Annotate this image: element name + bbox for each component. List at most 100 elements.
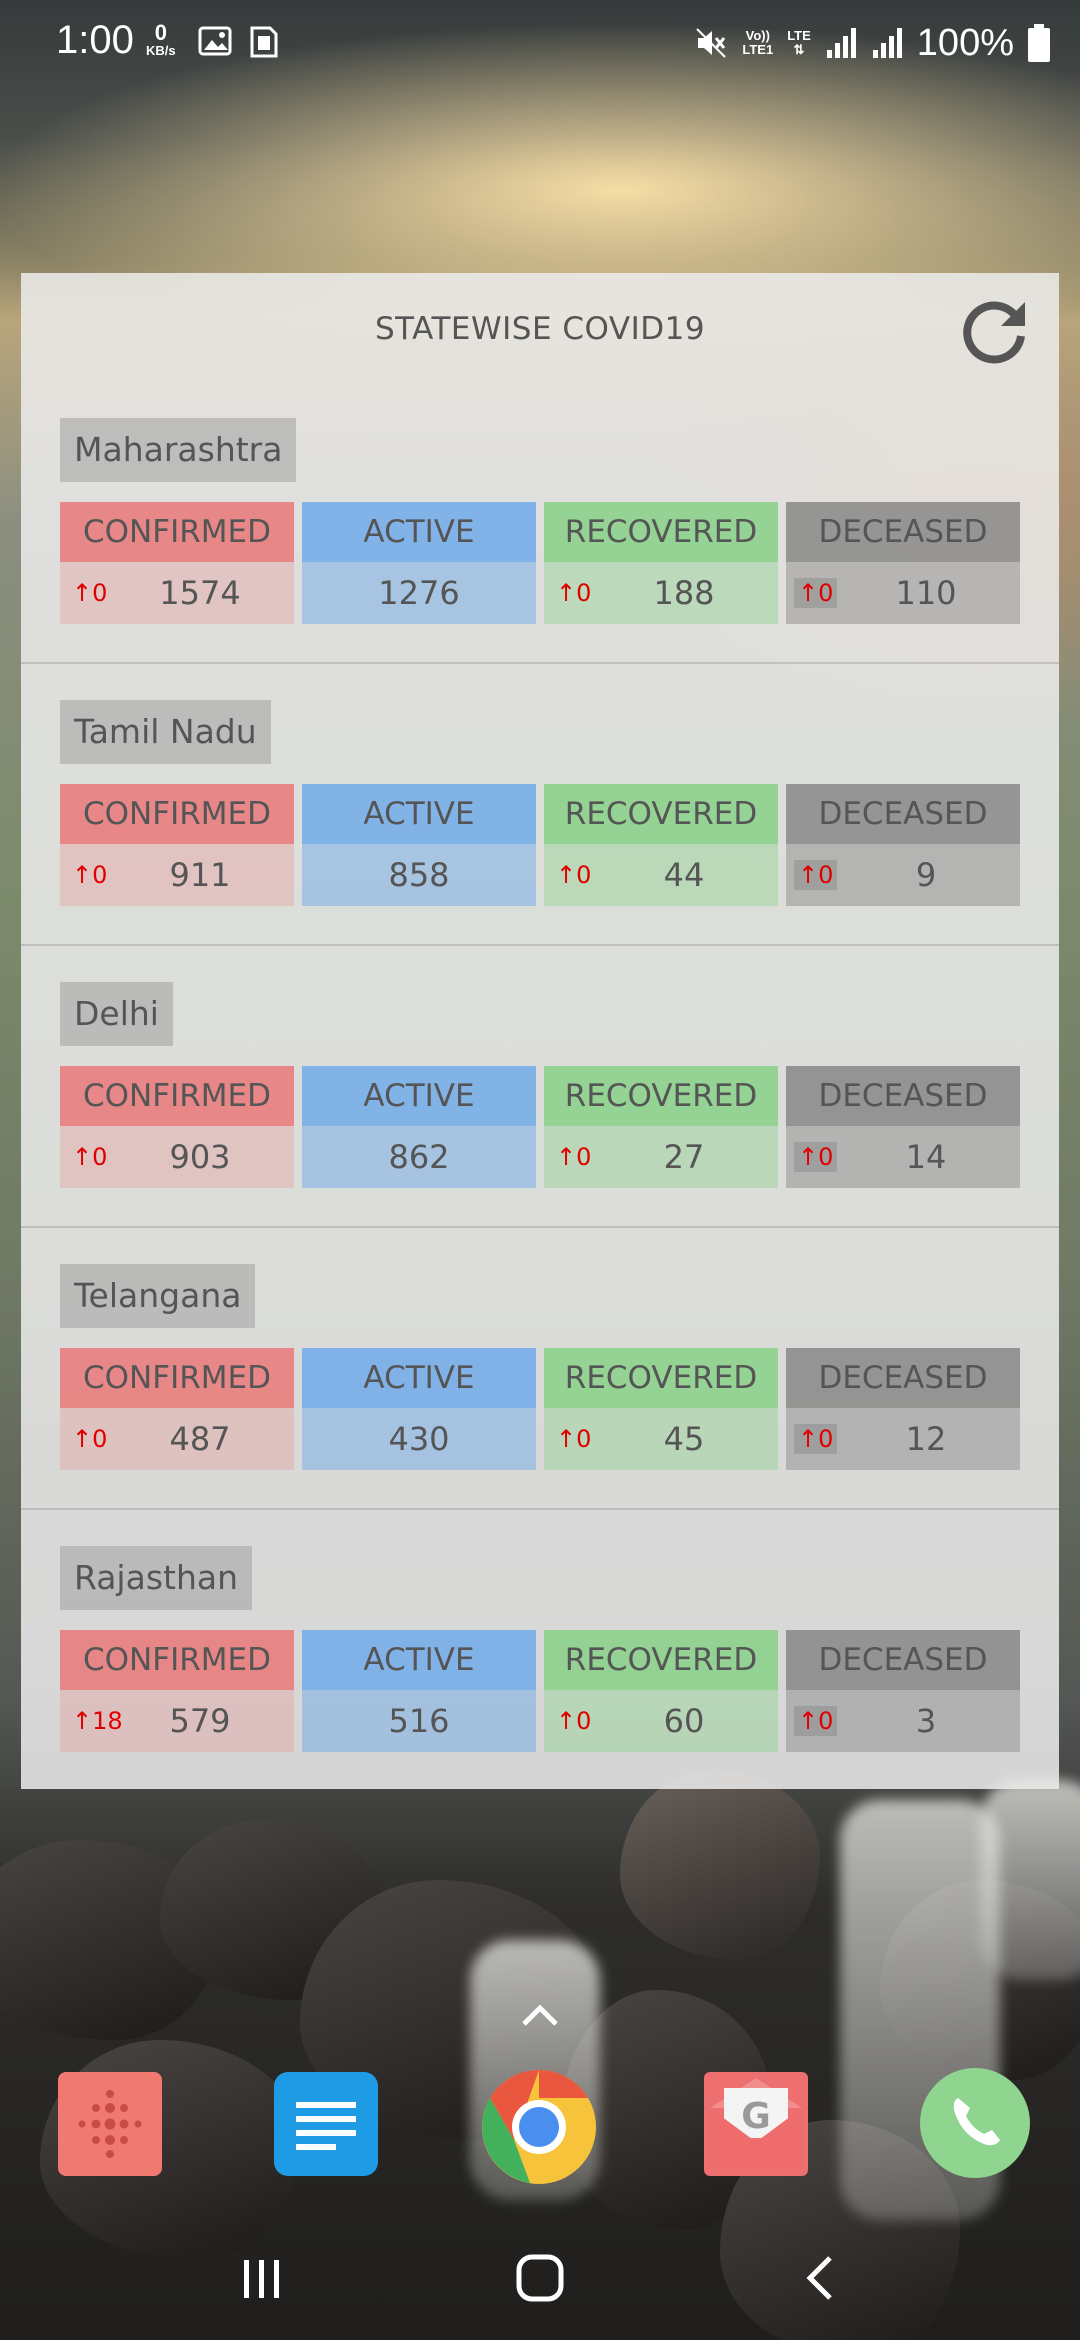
confirmed-body: ↑0 1574 bbox=[60, 562, 294, 624]
confirmed-label: CONFIRMED bbox=[60, 1630, 294, 1690]
state-name: Telangana bbox=[60, 1264, 256, 1328]
recovered-value: 188 bbox=[653, 574, 715, 612]
deceased-label: DECEASED bbox=[786, 784, 1020, 844]
network-speed-unit: KB/s bbox=[146, 43, 176, 58]
recovered-stat: RECOVERED ↑0 60 bbox=[544, 1630, 778, 1754]
recovered-delta: ↑0 bbox=[556, 579, 592, 607]
recovered-label: RECOVERED bbox=[544, 1348, 778, 1408]
confirmed-label: CONFIRMED bbox=[60, 1066, 294, 1126]
confirmed-stat: CONFIRMED ↑0 487 bbox=[60, 1348, 294, 1472]
active-body: 430 bbox=[302, 1408, 536, 1470]
confirmed-label: CONFIRMED bbox=[60, 1348, 294, 1408]
back-icon[interactable] bbox=[800, 2252, 840, 2304]
confirmed-stat: CONFIRMED ↑18 579 bbox=[60, 1630, 294, 1754]
recents-icon[interactable] bbox=[238, 2254, 286, 2302]
confirmed-body: ↑0 487 bbox=[60, 1408, 294, 1470]
confirmed-stat: CONFIRMED ↑0 903 bbox=[60, 1066, 294, 1190]
confirmed-body: ↑0 911 bbox=[60, 844, 294, 906]
active-label: ACTIVE bbox=[302, 1348, 536, 1408]
active-value: 1276 bbox=[378, 574, 460, 612]
gallery-icon bbox=[198, 26, 232, 56]
confirmed-body: ↑0 903 bbox=[60, 1126, 294, 1188]
deceased-label: DECEASED bbox=[786, 1066, 1020, 1126]
deceased-stat: DECEASED ↑0 3 bbox=[786, 1630, 1020, 1754]
recovered-value: 27 bbox=[663, 1138, 705, 1176]
network-speed: 0 KB/s bbox=[146, 22, 176, 58]
state-card: Tamil Nadu CONFIRMED ↑0 911 ACTIVE 858 RECOVER… bbox=[21, 664, 1059, 946]
confirmed-delta: ↑18 bbox=[72, 1707, 123, 1735]
lte-label: LTE bbox=[787, 28, 811, 43]
phone-app-icon[interactable] bbox=[920, 2068, 1030, 2178]
signal-icon-2 bbox=[872, 28, 902, 58]
confirmed-value: 579 bbox=[169, 1702, 231, 1740]
deceased-value: 12 bbox=[905, 1420, 947, 1458]
volte-bottom: LTE1 bbox=[742, 42, 774, 57]
recovered-delta: ↑0 bbox=[556, 1707, 592, 1735]
battery-icon bbox=[1028, 24, 1050, 62]
recovered-label: RECOVERED bbox=[544, 502, 778, 562]
data-arrows-icon: ⇅ bbox=[793, 42, 805, 57]
active-value: 516 bbox=[388, 1702, 450, 1740]
deceased-body: ↑0 3 bbox=[786, 1690, 1020, 1752]
recovered-delta: ↑0 bbox=[556, 1143, 592, 1171]
recovered-value: 44 bbox=[663, 856, 705, 894]
refresh-icon[interactable] bbox=[959, 296, 1031, 368]
active-value: 858 bbox=[388, 856, 450, 894]
recovered-label: RECOVERED bbox=[544, 784, 778, 844]
deceased-stat: DECEASED ↑0 9 bbox=[786, 784, 1020, 908]
deceased-value: 9 bbox=[915, 856, 937, 894]
state-card: Telangana CONFIRMED ↑0 487 ACTIVE 430 RECOVERE… bbox=[21, 1228, 1059, 1510]
recovered-body: ↑0 60 bbox=[544, 1690, 778, 1752]
confirmed-value: 903 bbox=[169, 1138, 231, 1176]
svg-text:G: G bbox=[741, 2096, 771, 2137]
recovered-label: RECOVERED bbox=[544, 1066, 778, 1126]
recovered-delta: ↑0 bbox=[556, 1425, 592, 1453]
state-name: Maharashtra bbox=[60, 418, 297, 482]
status-right: Vo)) LTE1 LTE ⇅ 100% bbox=[694, 18, 1050, 68]
recovered-stat: RECOVERED ↑0 188 bbox=[544, 502, 778, 626]
recovered-value: 60 bbox=[663, 1702, 705, 1740]
deceased-body: ↑0 14 bbox=[786, 1126, 1020, 1188]
active-body: 862 bbox=[302, 1126, 536, 1188]
deceased-stat: DECEASED ↑0 110 bbox=[786, 502, 1020, 626]
recovered-body: ↑0 27 bbox=[544, 1126, 778, 1188]
home-icon[interactable] bbox=[514, 2252, 566, 2304]
recovered-delta: ↑0 bbox=[556, 861, 592, 889]
active-label: ACTIVE bbox=[302, 1630, 536, 1690]
confirmed-body: ↑18 579 bbox=[60, 1690, 294, 1752]
chrome-app-icon[interactable] bbox=[480, 2068, 598, 2186]
app-drawer-caret-icon[interactable] bbox=[518, 2000, 562, 2030]
deceased-body: ↑0 110 bbox=[786, 562, 1020, 624]
confirmed-delta: ↑0 bbox=[72, 861, 108, 889]
confirmed-delta: ↑0 bbox=[72, 579, 108, 607]
state-name: Delhi bbox=[60, 982, 173, 1046]
gmail-app-icon[interactable]: G bbox=[704, 2072, 808, 2176]
active-label: ACTIVE bbox=[302, 1066, 536, 1126]
deceased-value: 110 bbox=[895, 574, 957, 612]
deceased-delta: ↑0 bbox=[794, 1424, 838, 1454]
fitbit-app-icon[interactable] bbox=[58, 2072, 162, 2176]
confirmed-delta: ↑0 bbox=[72, 1425, 108, 1453]
deceased-body: ↑0 9 bbox=[786, 844, 1020, 906]
confirmed-stat: CONFIRMED ↑0 1574 bbox=[60, 502, 294, 626]
active-stat: ACTIVE 858 bbox=[302, 784, 536, 908]
state-card: Delhi CONFIRMED ↑0 903 ACTIVE 862 RECOVERED ↑0 2… bbox=[21, 946, 1059, 1228]
recovered-stat: RECOVERED ↑0 45 bbox=[544, 1348, 778, 1472]
active-stat: ACTIVE 516 bbox=[302, 1630, 536, 1754]
recovered-stat: RECOVERED ↑0 44 bbox=[544, 784, 778, 908]
active-value: 430 bbox=[388, 1420, 450, 1458]
deceased-value: 3 bbox=[915, 1702, 937, 1740]
docs-app-icon[interactable] bbox=[274, 2072, 378, 2176]
confirmed-stat: CONFIRMED ↑0 911 bbox=[60, 784, 294, 908]
recovered-value: 45 bbox=[663, 1420, 705, 1458]
volte-indicator: Vo)) LTE1 bbox=[742, 29, 773, 57]
deceased-stat: DECEASED ↑0 14 bbox=[786, 1066, 1020, 1190]
status-time: 1:00 bbox=[56, 18, 134, 62]
active-body: 858 bbox=[302, 844, 536, 906]
covid-widget: STATEWISE COVID19 Maharashtra CONFIRMED ↑0… bbox=[21, 273, 1059, 1789]
state-card: Maharashtra CONFIRMED ↑0 1574 ACTIVE 1276 RECO… bbox=[21, 382, 1059, 664]
deceased-label: DECEASED bbox=[786, 502, 1020, 562]
active-label: ACTIVE bbox=[302, 784, 536, 844]
widget-title: STATEWISE COVID19 bbox=[374, 311, 706, 347]
status-bar: 1:00 0 KB/s Vo)) LTE1 LTE ⇅ 100% bbox=[0, 0, 1080, 86]
